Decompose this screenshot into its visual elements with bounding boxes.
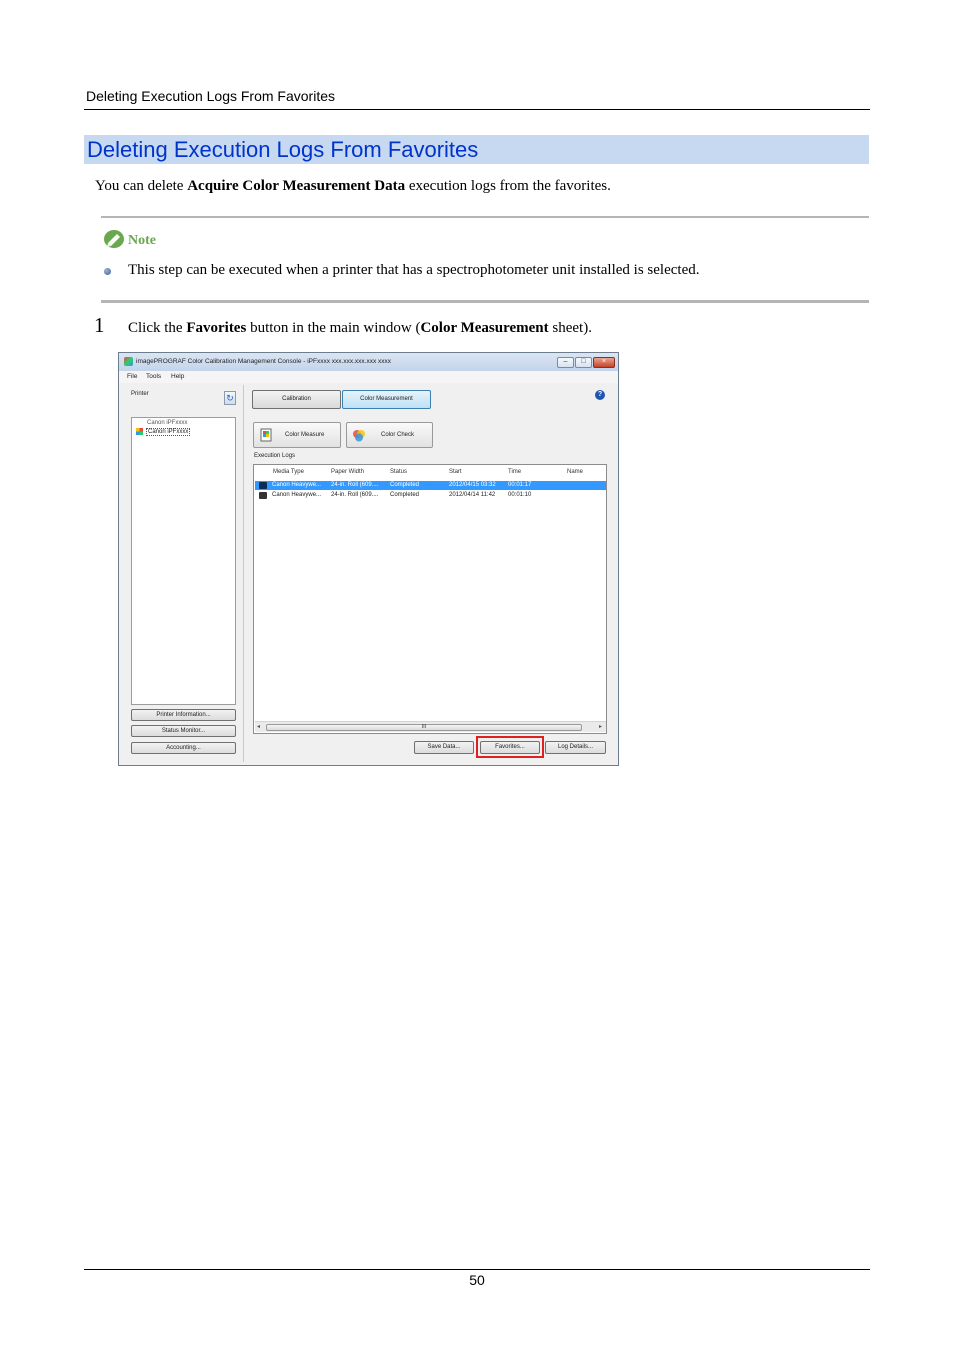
horizontal-scrollbar[interactable]: ◂ III ▸ [255,721,606,732]
running-header: Deleting Execution Logs From Favorites [86,88,335,104]
header-rule [84,109,870,110]
title-bar: imagePROGRAF Color Calibration Managemen… [119,353,618,371]
column-header[interactable]: Start [449,469,462,475]
status-monitor-button[interactable]: Status Monitor... [131,725,236,737]
tab-calibration[interactable]: Calibration [252,390,341,409]
printer-list[interactable]: Canon iPFxxxx Canon iPFxxxx [131,417,236,705]
scroll-left-icon[interactable]: ◂ [257,723,260,730]
menu-tools[interactable]: Tools [146,373,161,380]
refresh-icon[interactable]: ↻ [224,391,236,405]
scroll-right-icon[interactable]: ▸ [599,723,602,730]
printer-label: Printer [131,391,149,397]
scroll-thumb[interactable]: III [266,724,582,731]
minimize-button[interactable]: – [557,357,574,368]
intro-paragraph: You can delete Acquire Color Measurement… [95,178,611,194]
pencil-icon [104,230,124,248]
save-data-button[interactable]: Save Data... [414,741,474,754]
column-header[interactable]: Time [508,469,521,475]
table-row[interactable]: Canon Heavywe... 24-in. Roll (609.... Co… [255,481,606,490]
menu-bar: File Tools Help [119,371,618,383]
printer-icon [259,482,267,489]
menu-file[interactable]: File [127,373,137,380]
note-rule-top [101,216,869,218]
execution-logs-label: Execution Logs [254,453,296,459]
printer-tree-child[interactable]: Canon iPFxxxx [146,428,191,436]
column-header[interactable]: Status [390,469,407,475]
log-details-button[interactable]: Log Details... [545,741,606,754]
column-header[interactable]: Paper Width [331,469,364,475]
printer-tree-parent[interactable]: Canon iPFxxxx [147,420,187,426]
color-measure-button[interactable]: Color Measure [253,422,341,448]
close-button[interactable]: × [593,357,615,368]
color-measure-icon [260,428,272,442]
color-check-label: Color Check [381,432,415,438]
step-number: 1 [94,313,105,337]
note-label: Note [128,233,156,248]
step-text: Click the Favorites button in the main w… [128,320,592,336]
note-rule-bottom [101,300,869,303]
printer-pane: Printer ↻ Canon iPFxxxx Canon iPFxxxx Pr… [123,385,244,762]
page-number: 50 [469,1272,485,1288]
color-measure-label: Color Measure [285,432,325,438]
note-text: This step can be executed when a printer… [128,262,700,278]
color-check-button[interactable]: Color Check [346,422,433,448]
footer-rule [84,1269,870,1270]
printer-information-button[interactable]: Printer Information... [131,709,236,721]
app-icon [124,357,133,366]
menu-help[interactable]: Help [171,373,184,380]
app-window: imagePROGRAF Color Calibration Managemen… [118,352,619,766]
maximize-button[interactable]: □ [575,357,592,368]
section-title: Deleting Execution Logs From Favorites [84,135,869,164]
tab-color-measurement[interactable]: Color Measurement [342,390,431,409]
table-row[interactable]: Canon Heavywe... 24-in. Roll (609.... Co… [255,491,606,500]
color-check-icon [353,430,365,442]
help-icon[interactable]: ? [595,390,605,400]
note-heading: Note [103,229,156,249]
column-header[interactable]: Media Type [273,469,304,475]
column-header[interactable]: Name [567,469,583,475]
printer-icon [259,492,267,499]
bullet-icon [104,268,111,275]
favorites-highlight-box [476,736,544,758]
execution-logs-list[interactable]: Media Type Paper Width Status Start Time… [253,464,607,734]
printer-icon [136,428,143,435]
accounting-button[interactable]: Accounting... [131,742,236,754]
window-title: imagePROGRAF Color Calibration Managemen… [136,358,392,365]
